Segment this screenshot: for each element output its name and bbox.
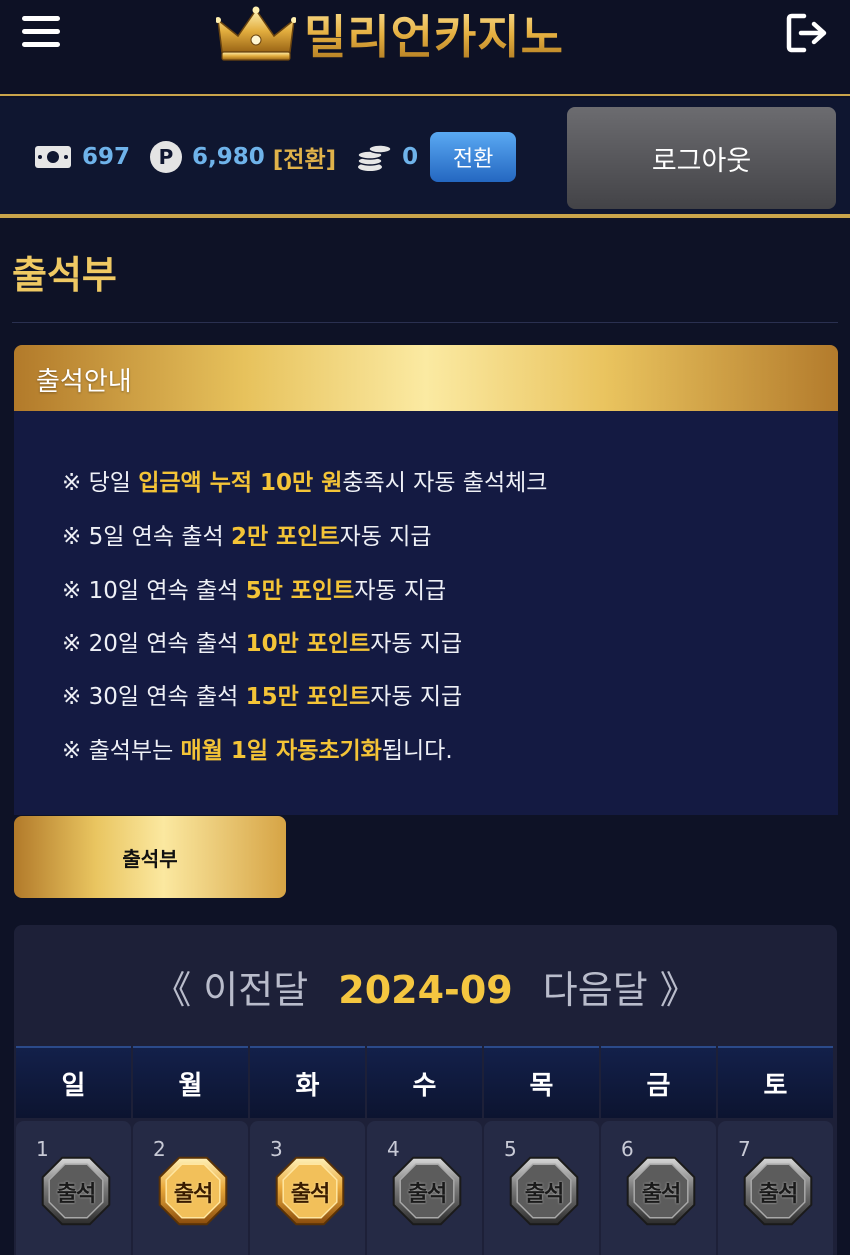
attendance-stamp-icon: 출석 [738, 1151, 818, 1231]
calendar-day: 5 출석 [484, 1121, 599, 1255]
brand-name: 밀리언카지노 [304, 1, 564, 67]
next-month-link[interactable]: 다음달 》 [543, 968, 698, 1012]
calendar-day: 3 출석 [250, 1121, 365, 1255]
info-body: ※ 당일 입금액 누적 10만 원충족시 자동 출석체크 ※ 5일 연속 출석 … [14, 411, 838, 815]
convert-button[interactable]: 전환 [430, 132, 517, 182]
calendar-day: 4 출석 [367, 1121, 482, 1255]
current-month: 2024-09 [338, 968, 513, 1012]
cash-icon [35, 146, 71, 168]
point-value: 6,980 [192, 144, 265, 170]
info-line: ※ 출석부는 매월 1일 자동초기화됩니다. [62, 738, 453, 764]
tab-attendance[interactable]: 출석부 [14, 816, 286, 898]
coin-balance: 0 [356, 141, 418, 173]
attendance-stamp-icon: 출석 [504, 1151, 584, 1231]
attendance-stamp-icon: 출석 [153, 1151, 233, 1231]
weekday-sat: 토 [718, 1046, 833, 1118]
info-line: ※ 10일 연속 출석 5만 포인트자동 지급 [62, 578, 447, 604]
calendar-day: 2 출석 [133, 1121, 248, 1255]
divider [12, 322, 838, 323]
info-heading: 출석안내 [36, 367, 132, 397]
info-line: ※ 당일 입금액 누적 10만 원충족시 자동 출석체크 [62, 470, 548, 496]
info-line: ※ 30일 연속 출석 15만 포인트자동 지급 [62, 684, 463, 710]
top-bar: 밀리언카지노 [0, 0, 850, 96]
cash-value: 697 [82, 144, 131, 170]
calendar: 《 이전달 2024-09 다음달 》 일 월 화 수 목 금 토 1 출석 2… [14, 925, 837, 1255]
info-line: ※ 20일 연속 출석 10만 포인트자동 지급 [62, 631, 463, 657]
wallet-bar: 697 P 6,980 [전환] 0 전환 로그아웃 [0, 98, 850, 218]
page-title: 출석부 [12, 253, 117, 297]
calendar-day: 7 출석 [718, 1121, 833, 1255]
weekday-header: 일 월 화 수 목 금 토 [16, 1046, 837, 1118]
calendar-week: 1 출석 2 출석 3 출석 4 출석 5 출석 6 출석 7 출석 [16, 1121, 837, 1255]
attendance-stamp-icon: 출석 [36, 1151, 116, 1231]
logout-icon[interactable] [786, 12, 832, 54]
weekday-wed: 수 [367, 1046, 482, 1118]
info-line: ※ 5일 연속 출석 2만 포인트자동 지급 [62, 524, 432, 550]
prev-month-link[interactable]: 《 이전달 [153, 968, 308, 1012]
attendance-stamp-icon: 출석 [621, 1151, 701, 1231]
crown-icon [216, 6, 296, 61]
point-balance: P 6,980 [전환] [150, 140, 336, 174]
weekday-sun: 일 [16, 1046, 131, 1118]
info-header: 출석안내 [14, 345, 838, 411]
weekday-thu: 목 [484, 1046, 599, 1118]
cash-balance: 697 [34, 144, 130, 170]
attendance-stamp-icon: 출석 [270, 1151, 350, 1231]
point-icon: P [150, 141, 183, 173]
weekday-mon: 월 [133, 1046, 248, 1118]
coin-value: 0 [402, 144, 419, 170]
weekday-fri: 금 [601, 1046, 716, 1118]
calendar-day: 6 출석 [601, 1121, 716, 1255]
menu-icon[interactable] [22, 16, 60, 48]
coins-icon [357, 144, 392, 171]
calendar-nav: 《 이전달 2024-09 다음달 》 [14, 959, 837, 1014]
logout-button[interactable]: 로그아웃 [567, 107, 836, 209]
brand-logo[interactable]: 밀리언카지노 [216, 2, 564, 66]
point-convert-link[interactable]: [전환] [273, 140, 336, 174]
attendance-stamp-icon: 출석 [387, 1151, 467, 1231]
calendar-day: 1 출석 [16, 1121, 131, 1255]
weekday-tue: 화 [250, 1046, 365, 1118]
